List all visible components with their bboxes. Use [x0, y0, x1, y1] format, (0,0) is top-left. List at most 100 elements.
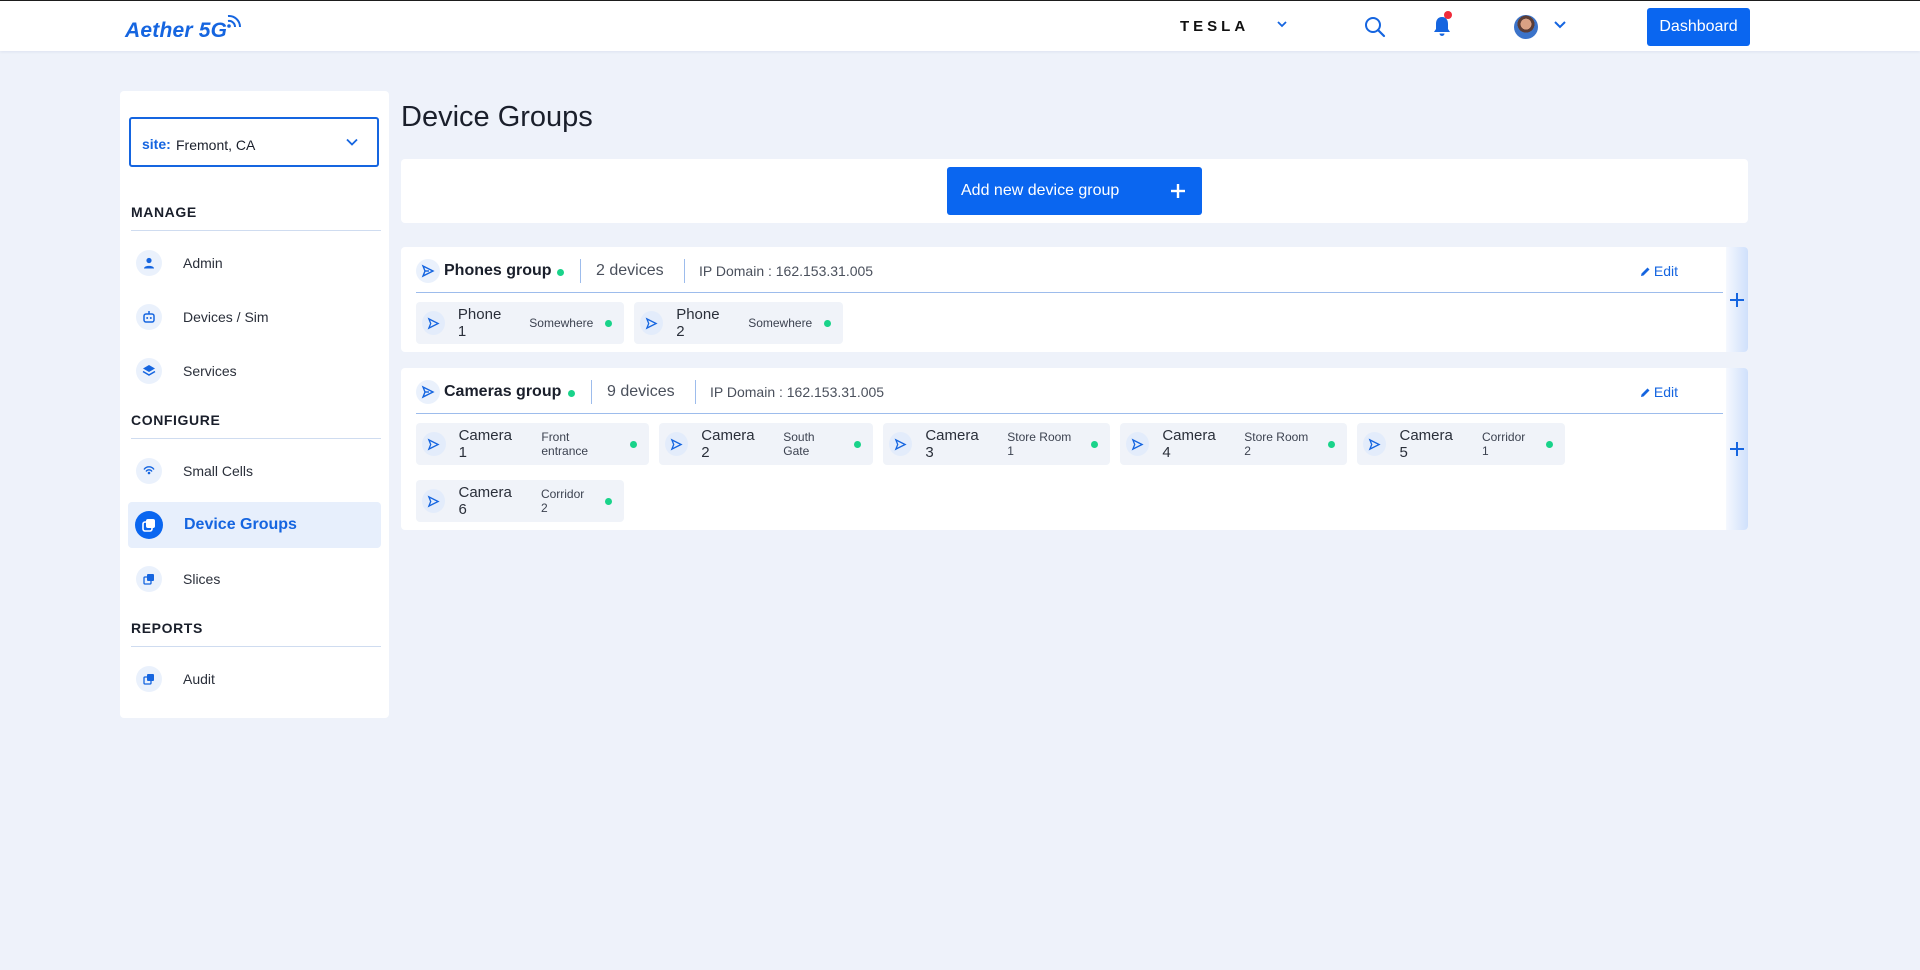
group-divider	[416, 292, 1723, 293]
device-chip[interactable]: Camera 3 Store Room 1	[883, 423, 1110, 465]
device-groups-icon	[135, 511, 163, 539]
group-header: Cameras group 9 devices IP Domain : 162.…	[416, 380, 1716, 404]
search-icon[interactable]	[1364, 16, 1386, 38]
device-chip[interactable]: Camera 5 Corridor 1	[1357, 423, 1565, 465]
pencil-icon	[1640, 267, 1650, 276]
device-chip[interactable]: Camera 2 South Gate	[659, 423, 873, 465]
add-device-to-group-button[interactable]	[1726, 368, 1748, 530]
site-select-key: site:	[142, 136, 171, 152]
app-logo[interactable]: Aether 5G	[125, 19, 227, 43]
group-name: Cameras group	[444, 383, 562, 400]
status-dot	[605, 497, 612, 505]
dashboard-button[interactable]: Dashboard	[1647, 8, 1750, 46]
chevron-down-icon[interactable]	[1276, 19, 1288, 29]
device-name: Camera 2	[701, 427, 755, 461]
sidebar-item-devices-sim[interactable]: Devices / Sim	[128, 294, 381, 340]
edit-label: Edit	[1653, 384, 1678, 400]
group-device-count: 2 devices	[596, 262, 664, 279]
device-chip[interactable]: Phone 2 Somewhere	[634, 302, 843, 344]
user-icon	[136, 250, 162, 276]
audit-icon	[136, 666, 162, 692]
status-dot	[1328, 440, 1335, 448]
separator	[580, 259, 581, 283]
device-location: Somewhere	[529, 316, 594, 330]
avatar[interactable]	[1514, 15, 1538, 39]
section-divider	[131, 438, 381, 439]
device-location: Corridor 1	[1481, 430, 1526, 458]
org-brand[interactable]: TESLA	[1180, 18, 1249, 35]
chevron-down-icon[interactable]	[1553, 19, 1567, 29]
device-chip[interactable]: Camera 1 Front entrance	[416, 423, 649, 465]
device-icon	[1126, 432, 1150, 456]
status-dot	[568, 390, 575, 397]
sidebar-item-label: Slices	[183, 571, 221, 587]
pencil-icon	[1640, 388, 1650, 397]
robot-icon	[136, 304, 162, 330]
device-location: Store Room 1	[1007, 430, 1072, 458]
edit-label: Edit	[1653, 263, 1678, 279]
group-header: Phones group 2 devices IP Domain : 162.1…	[416, 259, 1716, 283]
device-name: Camera 1	[458, 427, 512, 461]
status-dot	[630, 440, 637, 448]
device-group-card: Cameras group 9 devices IP Domain : 162.…	[401, 368, 1748, 530]
sidebar-item-audit[interactable]: Audit	[128, 656, 381, 702]
device-name: Camera 4	[1162, 427, 1216, 461]
signal-icon	[136, 458, 162, 484]
add-group-panel: Add new device group	[401, 159, 1748, 223]
separator	[684, 259, 685, 283]
device-icon	[422, 432, 446, 456]
plus-icon	[1171, 184, 1185, 198]
group-divider	[416, 413, 1723, 414]
sidebar-item-admin[interactable]: Admin	[128, 240, 381, 286]
page-title: Device Groups	[401, 101, 593, 133]
add-device-group-button[interactable]: Add new device group	[947, 167, 1202, 215]
device-icon	[422, 489, 446, 513]
sidebar-item-small-cells[interactable]: Small Cells	[128, 448, 381, 494]
slices-icon	[136, 566, 162, 592]
top-bar: Aether 5G TESLA Dashboard	[0, 0, 1920, 51]
status-dot	[824, 319, 831, 327]
section-divider	[131, 230, 381, 231]
device-chip[interactable]: Phone 1 Somewhere	[416, 302, 624, 344]
sidebar-item-label: Devices / Sim	[183, 309, 269, 325]
device-icon	[889, 432, 913, 456]
edit-group-link[interactable]: Edit	[1640, 384, 1678, 400]
sidebar-item-label: Device Groups	[184, 516, 297, 533]
status-dot	[605, 319, 613, 327]
sidebar-item-slices[interactable]: Slices	[128, 556, 381, 602]
device-location: Front entrance	[541, 430, 589, 458]
section-title-configure: CONFIGURE	[131, 412, 221, 428]
section-title-manage: MANAGE	[131, 204, 197, 220]
sidebar-item-device-groups[interactable]: Device Groups	[128, 502, 381, 548]
site-select-value: Fremont, CA	[176, 137, 256, 153]
sidebar: site: Fremont, CA MANAGE Admin Devices /…	[120, 91, 389, 718]
notification-badge	[1444, 11, 1452, 19]
add-device-to-group-button[interactable]	[1726, 247, 1748, 352]
section-divider	[131, 646, 381, 647]
device-icon	[665, 432, 689, 456]
sidebar-item-label: Admin	[183, 255, 223, 271]
chevron-down-icon	[346, 138, 358, 146]
status-dot	[1546, 440, 1553, 448]
plus-icon	[1730, 442, 1744, 456]
status-dot	[854, 440, 861, 448]
device-name: Camera 5	[1399, 427, 1453, 461]
device-icon	[640, 311, 664, 335]
sidebar-item-services[interactable]: Services	[128, 348, 381, 394]
group-name: Phones group	[444, 262, 552, 279]
edit-group-link[interactable]: Edit	[1640, 263, 1678, 279]
sidebar-item-label: Audit	[183, 671, 215, 687]
device-name: Phone 1	[457, 306, 502, 340]
device-group-icon	[416, 380, 440, 404]
device-chip[interactable]: Camera 6 Corridor 2	[416, 480, 624, 522]
device-name: Phone 2	[676, 306, 720, 340]
device-group-icon	[416, 259, 440, 283]
group-ip-domain: IP Domain : 162.153.31.005	[699, 263, 874, 279]
site-select[interactable]: site: Fremont, CA	[129, 117, 379, 167]
device-chip[interactable]: Camera 4 Store Room 2	[1120, 423, 1347, 465]
device-group-card: Phones group 2 devices IP Domain : 162.1…	[401, 247, 1748, 352]
device-icon	[422, 311, 445, 335]
separator	[591, 380, 592, 404]
status-dot	[557, 269, 564, 276]
device-location: Corridor 2	[540, 487, 585, 515]
